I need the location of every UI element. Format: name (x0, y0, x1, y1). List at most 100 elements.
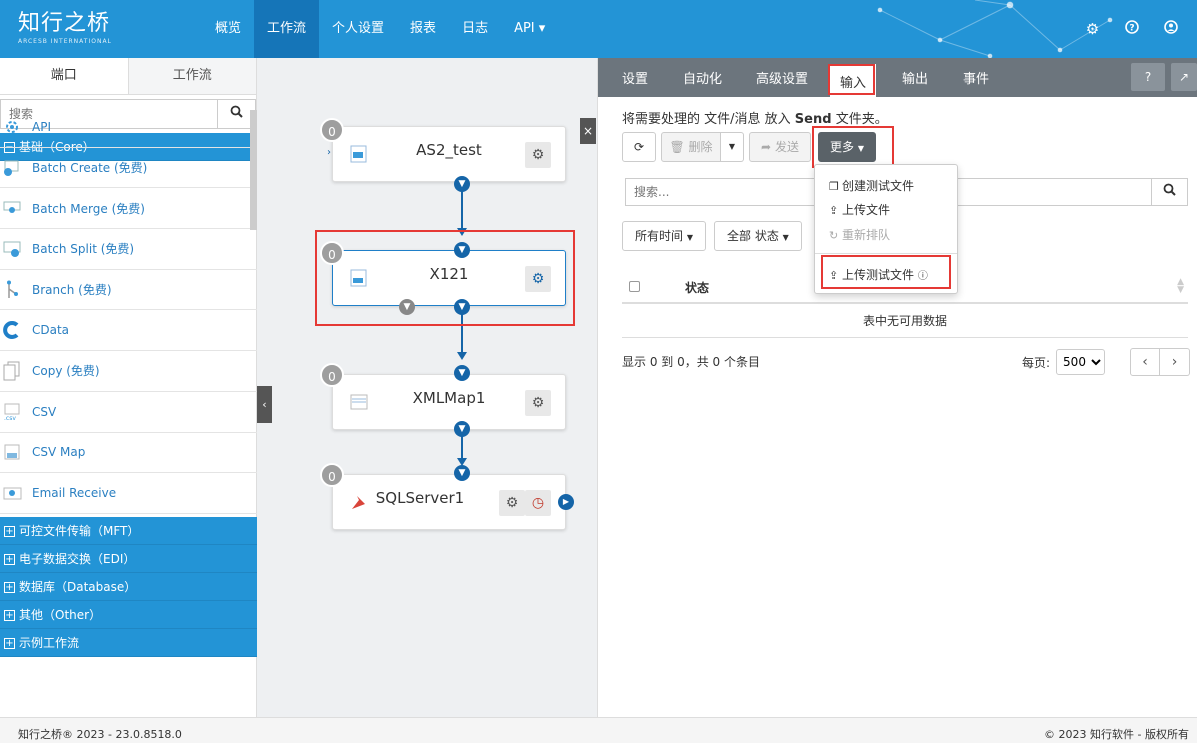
connector-label: CSV (32, 404, 57, 419)
expand-icon: + (4, 638, 15, 649)
chevron-down-icon[interactable]: ▼ (454, 465, 470, 481)
category-edi[interactable]: + 电子数据交换（EDI） (0, 545, 257, 573)
flow-node-xmlmap[interactable]: XMLMap1 ⚙ (332, 374, 566, 430)
category-database[interactable]: + 数据库（Database） (0, 573, 257, 601)
column-status[interactable]: 状态 (685, 279, 709, 296)
connector-branch[interactable]: Branch (免费) (0, 270, 257, 311)
gear-icon[interactable]: ⚙ (525, 390, 551, 416)
page-size-select[interactable]: 500 (1056, 349, 1106, 375)
nav-api[interactable]: API ▾ (501, 0, 558, 58)
search-icon[interactable] (1152, 178, 1188, 206)
time-filter[interactable]: 所有时间 ▼ (622, 221, 706, 251)
menu-requeue[interactable]: ↻ 重新排队 (829, 226, 890, 243)
copy-icon (2, 361, 24, 381)
highlight-box (812, 126, 894, 168)
delete-dropdown-toggle[interactable]: ▼ (721, 132, 744, 162)
menu-label: 创建测试文件 (842, 179, 915, 193)
tab-advanced[interactable]: 高级设置 (756, 68, 808, 87)
brand-name: 知行之桥 (18, 11, 111, 36)
connector-csv[interactable]: .csv CSV (0, 392, 257, 433)
flow-node-sqlserver[interactable]: SQLServer1 ⚙ ◷ (332, 474, 566, 530)
nav-overview[interactable]: 概览 (202, 0, 254, 58)
tab-workflows[interactable]: 工作流 (127, 58, 256, 94)
connector-api[interactable]: API (0, 107, 257, 148)
chevron-right-icon[interactable]: ▶ (558, 494, 574, 510)
chevron-down-icon[interactable]: ▼ (454, 176, 470, 192)
select-all-checkbox[interactable] (629, 281, 640, 292)
share-icon: ➦ (761, 140, 772, 154)
category-mft[interactable]: + 可控文件传输（MFT） (0, 517, 257, 545)
tab-toolbar: ? ↗ (1131, 63, 1197, 91)
gear-icon[interactable]: ⚙ (499, 490, 525, 516)
cdata-icon (2, 320, 24, 340)
time-filter-label: 所有时间 (635, 229, 684, 243)
tab-output[interactable]: 输出 (902, 68, 928, 87)
chevron-right-icon: › (327, 147, 331, 158)
main-nav: 概览 工作流 个人设置 报表 日志 API ▾ (202, 0, 558, 58)
help-icon[interactable]: ? (1131, 63, 1165, 91)
workflow-canvas[interactable]: › AS2_test ⚙ 0 ▼ X121 ⚙ 0 ▼ ▼ ▼ XMLMap1 … (257, 58, 597, 717)
node-count-badge: 0 (320, 363, 344, 387)
external-link-icon[interactable]: ↗ (1171, 63, 1197, 91)
refresh-button[interactable]: ⟳ (622, 132, 656, 162)
nav-reports[interactable]: 报表 (397, 0, 449, 58)
category-examples[interactable]: + 示例工作流 (0, 629, 257, 657)
menu-create-test-file[interactable]: ❐ 创建测试文件 (829, 177, 914, 194)
connector-batch-merge[interactable]: Batch Merge (免费) (0, 188, 257, 230)
connector-label: CSV Map (32, 445, 86, 460)
tab-automation[interactable]: 自动化 (683, 68, 722, 87)
file-filters: 所有时间 ▼ 全部 状态 ▼ (622, 221, 802, 251)
delete-button[interactable]: 🗑 删除 (661, 132, 721, 162)
connector-email-receive[interactable]: Email Receive (0, 473, 257, 514)
user-icon[interactable] (1162, 20, 1179, 38)
category-other[interactable]: + 其他（Other） (0, 601, 257, 629)
footer: 知行之桥® 2023 - 23.0.8518.0 © 2023 知行软件 - 版… (0, 717, 1197, 743)
svg-text:.csv: .csv (4, 415, 16, 422)
page-size-label: 每页: (1022, 355, 1051, 370)
category-label: 其他（Other） (19, 608, 102, 622)
tab-ports[interactable]: 端口 (0, 58, 128, 94)
expand-icon: + (4, 582, 15, 593)
connector-label: Batch Create (免费) (32, 161, 148, 176)
chevron-down-icon[interactable]: ▼ (454, 365, 470, 381)
copy-icon: ❐ (829, 180, 839, 193)
connector-list-scrollbar[interactable] (250, 110, 257, 230)
branch-icon (2, 280, 24, 300)
node-settings-panel: 设置 自动化 高级设置 输入 输出 事件 ? ↗ 将需要处理的 文件/消息 放入… (597, 58, 1197, 717)
csv-map-icon (2, 442, 24, 462)
menu-upload-file[interactable]: ⇪ 上传文件 (829, 201, 890, 218)
node-count-badge: 0 (320, 118, 344, 142)
connector-label: API (32, 119, 51, 134)
connector-batch-create[interactable]: Batch Create (免费) (0, 148, 257, 189)
menu-divider (815, 253, 957, 254)
nav-profile[interactable]: 个人设置 (319, 0, 397, 58)
connector-batch-split[interactable]: Batch Split (免费) (0, 229, 257, 270)
send-button[interactable]: ➦ 发送 (749, 132, 811, 162)
collapse-panel-button[interactable]: ‹ (257, 386, 272, 423)
connector-copy[interactable]: Copy (免费) (0, 351, 257, 392)
tab-events[interactable]: 事件 (963, 68, 989, 87)
sort-icon[interactable]: ▲ ▼ (1177, 278, 1184, 295)
close-icon[interactable]: × (580, 118, 596, 144)
brand-logo[interactable]: 知行之桥 ARCESB INTERNATIONAL (18, 11, 112, 46)
gear-icon[interactable]: ⚙ (525, 142, 551, 168)
flow-arrow (457, 352, 467, 360)
flow-node-as2[interactable]: › AS2_test ⚙ (327, 126, 566, 182)
tab-settings[interactable]: 设置 (622, 68, 648, 87)
prev-page-button[interactable]: ‹ (1130, 348, 1160, 376)
category-list: + 可控文件传输（MFT） + 电子数据交换（EDI） + 数据库（Database）… (0, 517, 257, 657)
chevron-down-icon[interactable]: ▼ (454, 421, 470, 437)
status-filter[interactable]: 全部 状态 ▼ (714, 221, 802, 251)
input-hint: 将需要处理的 文件/消息 放入 Send 文件夹。 (622, 108, 888, 127)
gear-icon[interactable]: ⚙ (1084, 20, 1101, 38)
batch-create-icon (2, 158, 24, 178)
menu-label: 上传文件 (842, 203, 891, 217)
connector-cdata[interactable]: CData (0, 310, 257, 352)
nav-logs[interactable]: 日志 (449, 0, 501, 58)
left-tabs: 端口 工作流 (0, 58, 256, 95)
connector-csv-map[interactable]: CSV Map (0, 433, 257, 474)
nav-workflow[interactable]: 工作流 (254, 0, 320, 58)
next-page-button[interactable]: › (1160, 348, 1190, 376)
clock-icon[interactable]: ◷ (525, 490, 551, 516)
help-icon[interactable]: ? (1123, 20, 1140, 38)
